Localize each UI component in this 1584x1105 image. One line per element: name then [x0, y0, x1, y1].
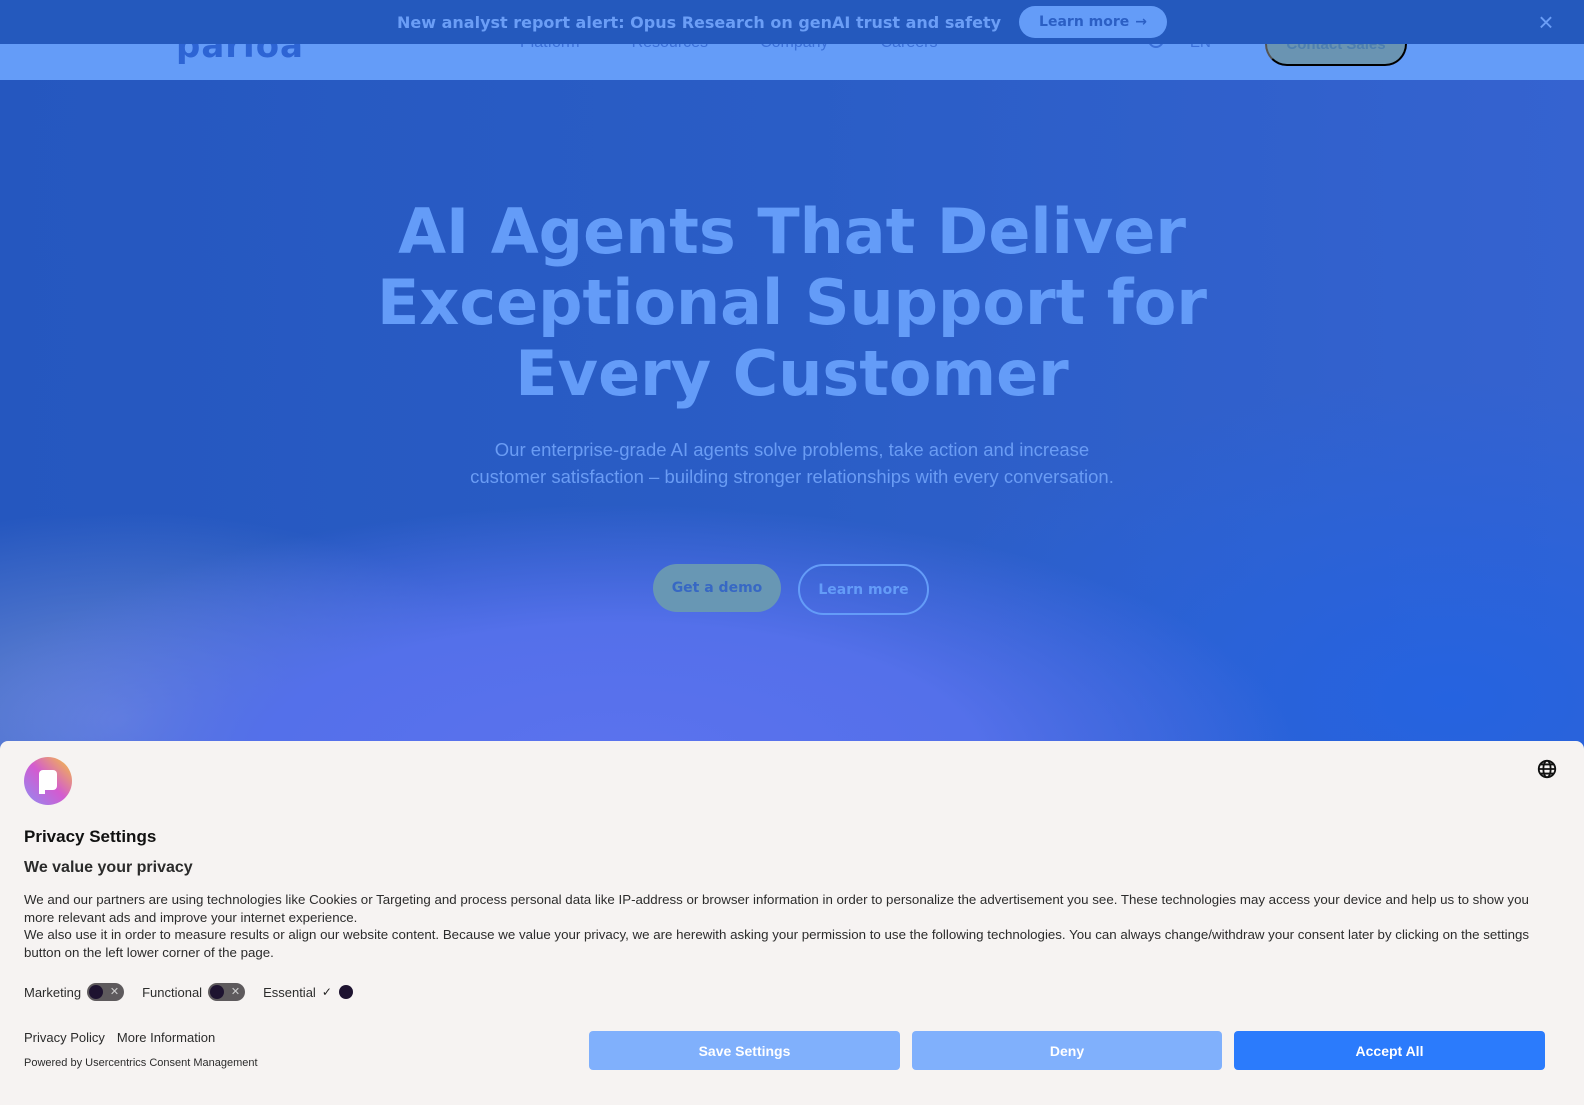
consent-subtitle: We value your privacy — [24, 859, 193, 876]
hero-title-line: AI Agents That Deliver — [398, 195, 1186, 268]
globe-icon[interactable] — [1536, 758, 1558, 780]
deny-button[interactable]: Deny — [912, 1031, 1222, 1070]
x-icon: ✕ — [109, 986, 120, 998]
arrow-right-icon: → — [1135, 14, 1147, 30]
consent-buttons: Save Settings Deny Accept All — [589, 1031, 1545, 1070]
hero-title: AI Agents That Deliver Exceptional Suppo… — [0, 196, 1584, 409]
toggle-label-marketing: Marketing — [24, 984, 82, 1000]
more-information-link[interactable]: More Information — [117, 1030, 215, 1045]
close-icon[interactable]: × — [1536, 9, 1556, 35]
functional-toggle[interactable]: ✕ — [208, 983, 246, 1001]
marketing-toggle[interactable]: ✕ — [87, 983, 125, 1001]
consent-paragraph: We and our partners are using technologi… — [24, 892, 1529, 925]
consent-paragraph: We also use it in order to measure resul… — [24, 927, 1530, 960]
consent-links: Privacy Policy More Information — [24, 1030, 215, 1045]
consent-toggles: Marketing ✕ Functional ✕ Essential ✓ — [24, 983, 374, 1001]
privacy-consent-panel: Privacy Settings We value your privacy W… — [0, 741, 1584, 1105]
x-icon: ✕ — [230, 986, 241, 998]
toggle-label-functional: Functional — [142, 984, 203, 1000]
get-demo-button[interactable]: Get a demo — [653, 564, 781, 612]
powered-by-text: Powered by Usercentrics Consent Manageme… — [24, 1057, 258, 1069]
save-settings-button[interactable]: Save Settings — [589, 1031, 900, 1070]
hero-subtitle: Our enterprise-grade AI agents solve pro… — [470, 439, 1114, 487]
consent-description: We and our partners are using technologi… — [24, 891, 1560, 961]
banner-button-label: Learn more — [1039, 14, 1130, 30]
hero-title-line: Exceptional Support for — [377, 266, 1207, 339]
hero-title-line: Every Customer — [515, 337, 1069, 410]
learn-more-button[interactable]: Learn more — [798, 564, 929, 615]
essential-toggle: ✓ — [322, 983, 356, 1001]
consent-logo — [24, 757, 72, 805]
toggle-label-essential: Essential — [263, 984, 316, 1000]
privacy-policy-link[interactable]: Privacy Policy — [24, 1030, 105, 1045]
check-icon: ✓ — [321, 985, 332, 999]
accept-all-button[interactable]: Accept All — [1234, 1031, 1545, 1070]
consent-title: Privacy Settings — [24, 827, 157, 846]
announcement-banner: New analyst report alert: Opus Research … — [0, 0, 1584, 44]
toggle-knob — [89, 985, 104, 999]
toggle-knob — [338, 985, 353, 999]
banner-learn-more-button[interactable]: Learn more → — [1019, 6, 1167, 38]
toggle-knob — [210, 985, 225, 999]
banner-text: New analyst report alert: Opus Research … — [397, 12, 1002, 32]
hero-buttons: Get a demo Learn more — [653, 564, 929, 615]
